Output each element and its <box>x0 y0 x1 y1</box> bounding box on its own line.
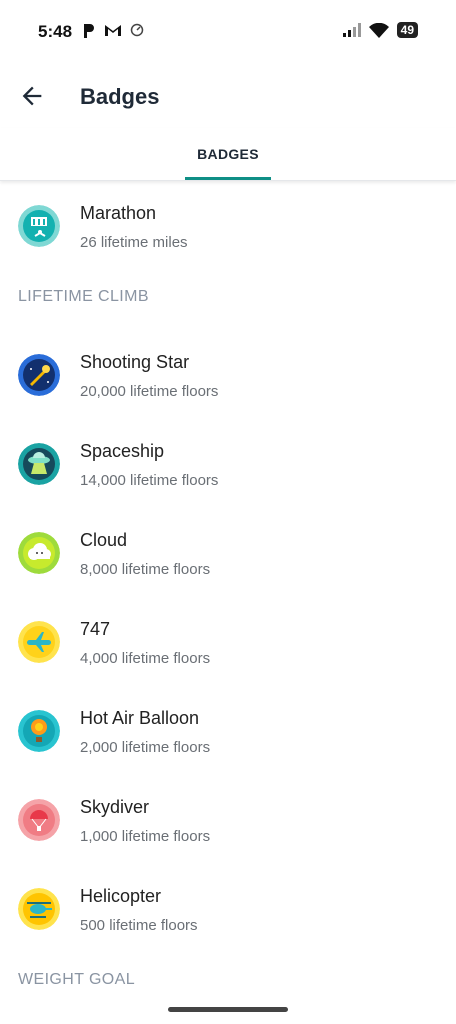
badge-name: Skydiver <box>80 797 150 817</box>
wifi-icon <box>368 22 389 38</box>
badge-item-helicopter[interactable]: Helicopter 500 lifetime floors <box>0 864 456 953</box>
skydiver-icon <box>18 799 60 841</box>
gmail-icon <box>105 25 121 36</box>
badge-name: Marathon <box>80 203 157 223</box>
tab-badges-label: BADGES <box>197 146 259 162</box>
home-indicator[interactable] <box>168 1007 288 1012</box>
page-title: Badges <box>80 84 160 109</box>
badge-detail: 8,000 lifetime floors <box>80 561 211 578</box>
speedometer-icon <box>130 23 144 37</box>
badge-item-marathon[interactable]: Marathon 26 lifetime miles <box>0 181 456 270</box>
signal-icon <box>342 23 361 37</box>
badge-detail: 1,000 lifetime floors <box>80 828 211 845</box>
badge-item-hot-air-balloon[interactable]: Hot Air Balloon 2,000 lifetime floors <box>0 686 456 775</box>
badge-name: 747 <box>80 619 111 639</box>
badge-item-747[interactable]: 747 4,000 lifetime floors <box>0 597 456 686</box>
badge-item-cloud[interactable]: Cloud 8,000 lifetime floors <box>0 508 456 597</box>
badge-detail: 500 lifetime floors <box>80 917 198 934</box>
section-header-lifetime-climb: LIFETIME CLIMB <box>0 270 456 330</box>
badge-name: Spaceship <box>80 441 165 461</box>
shooting-star-icon <box>18 354 60 396</box>
system-icons: 49 <box>342 22 418 38</box>
back-arrow-icon[interactable] <box>18 82 46 110</box>
badge-name: Cloud <box>80 530 128 550</box>
badge-detail: 20,000 lifetime floors <box>80 383 219 400</box>
spaceship-icon <box>18 443 60 485</box>
badge-name: Hot Air Balloon <box>80 708 200 728</box>
section-header-weight-goal: WEIGHT GOAL <box>0 953 456 1013</box>
app-p-icon <box>84 24 94 38</box>
badge-item-shooting-star[interactable]: Shooting Star 20,000 lifetime floors <box>0 330 456 419</box>
badge-list: Marathon 26 lifetime miles LIFETIME CLIM… <box>0 181 456 1013</box>
battery-icon: 49 <box>396 22 418 38</box>
marathon-icon <box>18 205 60 247</box>
hot-air-balloon-icon <box>18 710 60 752</box>
badge-item-skydiver[interactable]: Skydiver 1,000 lifetime floors <box>0 775 456 864</box>
badge-detail: 4,000 lifetime floors <box>80 650 211 667</box>
status-bar: 5:48 49 <box>0 0 456 64</box>
badge-name: Shooting Star <box>80 352 190 372</box>
app-bar: Badges <box>0 64 456 128</box>
section-label: WEIGHT GOAL <box>18 971 136 988</box>
tab-indicator <box>185 177 271 180</box>
section-label: LIFETIME CLIMB <box>18 288 149 305</box>
badge-name: Helicopter <box>80 886 162 906</box>
airplane-icon <box>18 621 60 663</box>
helicopter-icon <box>18 888 60 930</box>
notification-icons <box>82 22 144 38</box>
tab-badges[interactable]: BADGES <box>185 128 271 180</box>
tab-bar: BADGES <box>0 128 456 181</box>
badge-detail: 26 lifetime miles <box>80 234 188 251</box>
badge-item-spaceship[interactable]: Spaceship 14,000 lifetime floors <box>0 419 456 508</box>
status-time: 5:48 <box>38 22 73 41</box>
badge-detail: 14,000 lifetime floors <box>80 472 219 489</box>
cloud-icon <box>18 532 60 574</box>
badge-detail: 2,000 lifetime floors <box>80 739 211 756</box>
